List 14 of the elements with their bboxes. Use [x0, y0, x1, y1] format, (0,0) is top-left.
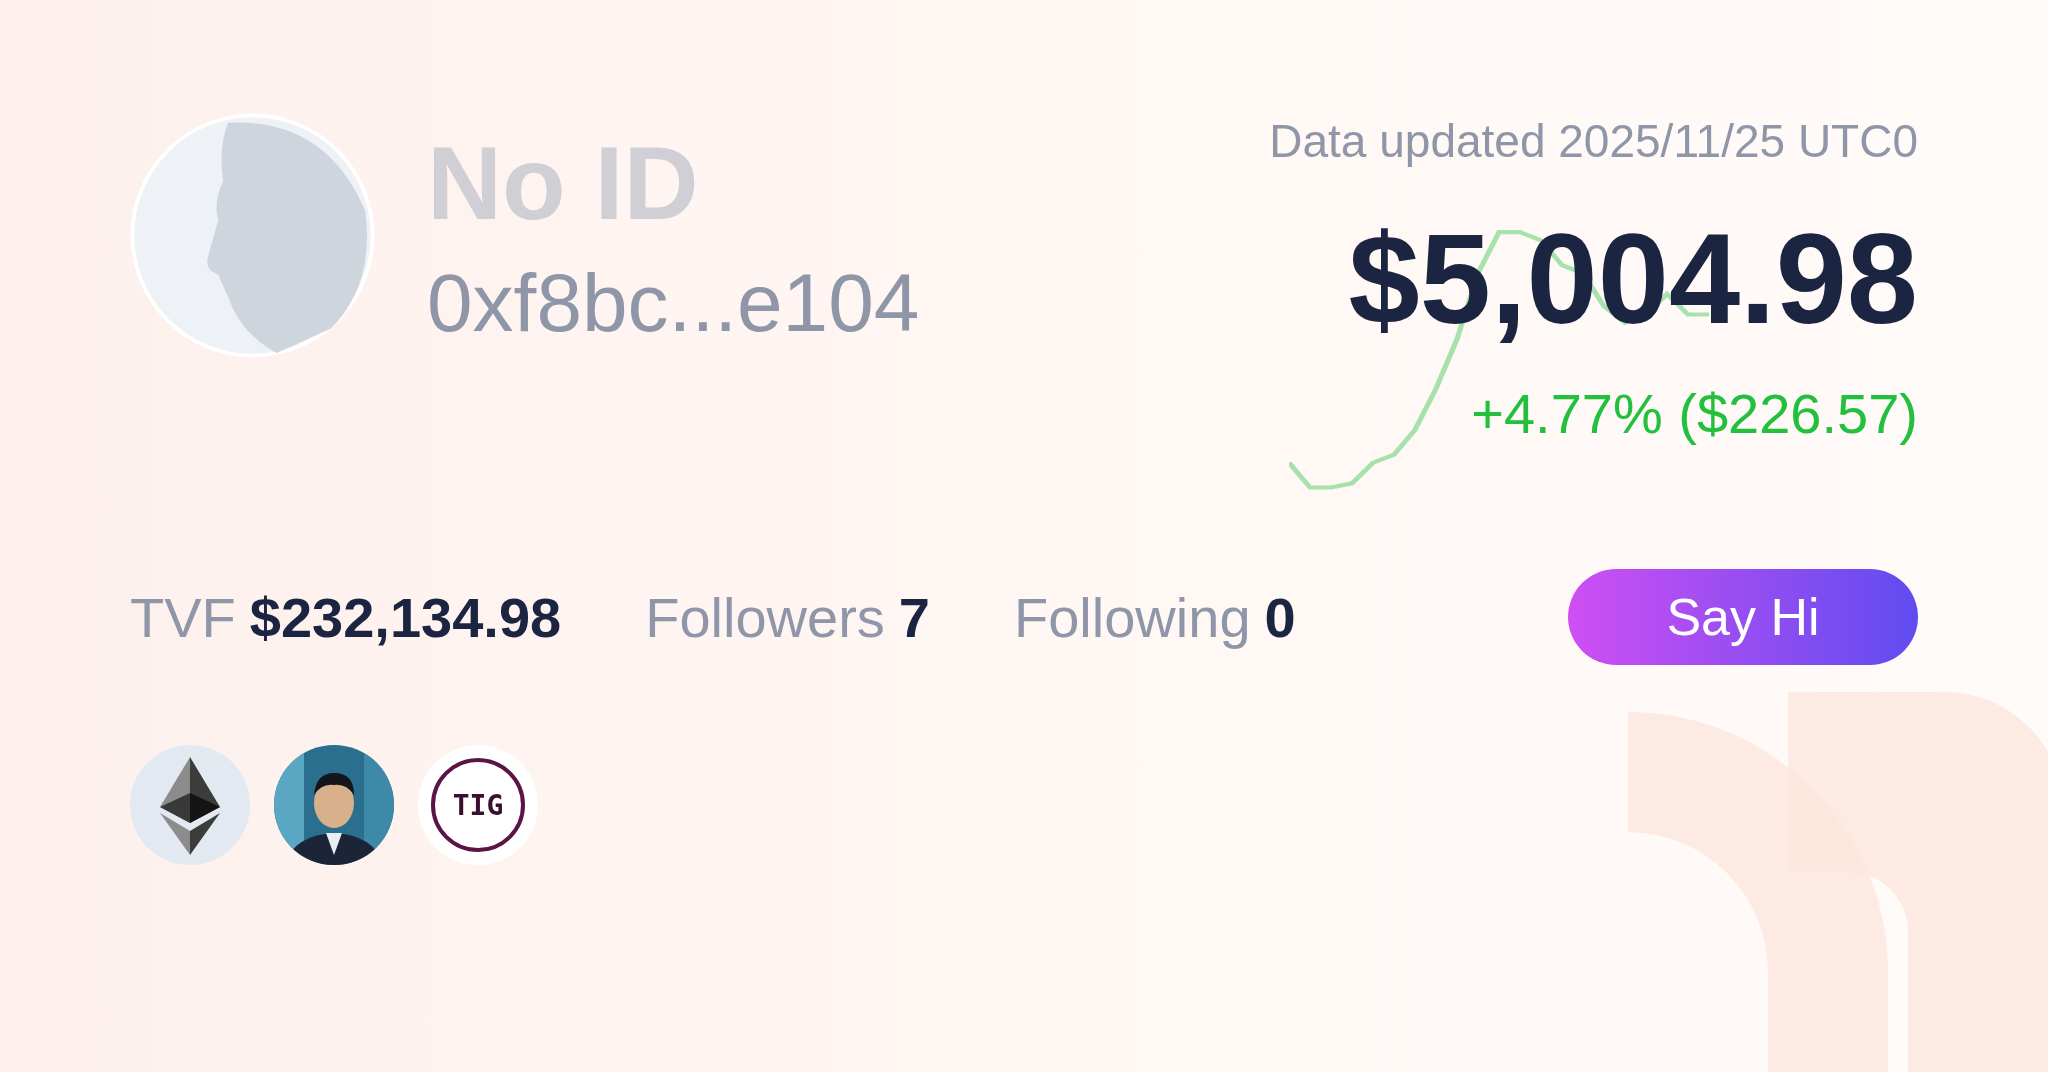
say-hi-button[interactable]: Say Hi — [1568, 569, 1918, 665]
change-amount: +4.77% ($226.57) — [1471, 381, 1918, 447]
stat-value: 0 — [1264, 584, 1296, 650]
tig-logo[interactable]: TIG — [418, 745, 538, 865]
ethereum-icon[interactable] — [130, 745, 250, 865]
update-date: Data updated 2025/11/25 UTC0 — [1269, 114, 1918, 169]
stat-label: Following — [1013, 584, 1251, 650]
balance-amount: $5,004.98 — [1348, 206, 1918, 352]
stat-value: 7 — [898, 584, 930, 650]
stat-value: $232,134.98 — [249, 584, 562, 650]
stat-label: Followers — [645, 584, 885, 650]
wallet-address: 0xf8bc...e104 — [427, 256, 920, 350]
avatar-silhouette-icon — [130, 113, 375, 358]
stat-label: TVF — [130, 584, 236, 650]
